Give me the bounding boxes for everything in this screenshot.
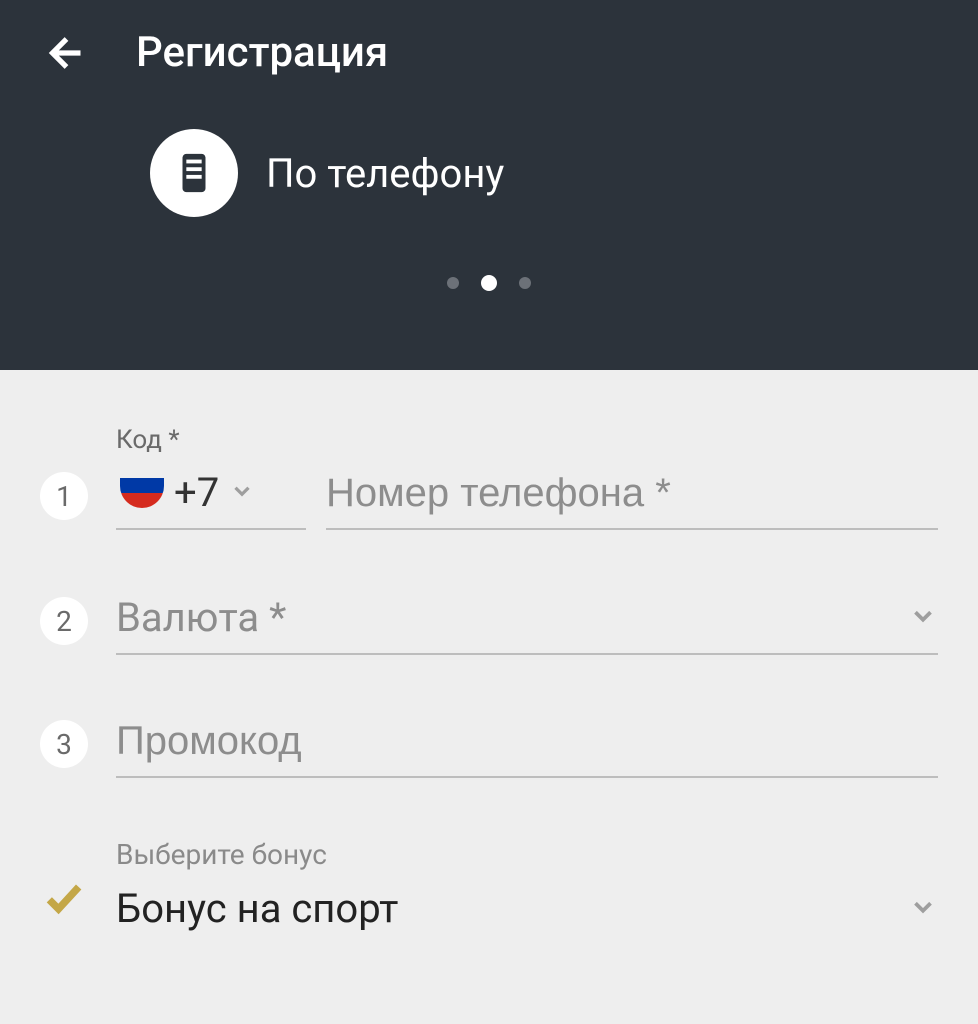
method-label: По телефону [266, 150, 504, 197]
country-code-select[interactable]: +7 [116, 465, 306, 530]
currency-placeholder: Валюта * [116, 594, 286, 641]
step-check-icon [40, 874, 88, 922]
step-badge-2: 2 [40, 597, 88, 645]
phone-field-group: Код * +7 [116, 425, 938, 530]
country-code-field: Код * +7 [116, 425, 306, 530]
bonus-row: Выберите бонус Бонус на спорт [40, 838, 938, 932]
title-row: Регистрация [0, 0, 978, 77]
step-3-row: 3 [40, 715, 938, 778]
bonus-select[interactable]: Бонус на спорт [116, 885, 938, 932]
step-2-row: 2 Валюта * [40, 590, 938, 655]
bonus-field: Выберите бонус Бонус на спорт [116, 838, 938, 932]
chevron-down-icon [908, 892, 938, 926]
registration-method[interactable]: По телефону [0, 77, 978, 217]
currency-select[interactable]: Валюта * [116, 590, 938, 655]
bonus-value: Бонус на спорт [116, 885, 398, 932]
phone-number-input[interactable] [326, 467, 938, 530]
bonus-label: Выберите бонус [116, 838, 938, 871]
pager-dot-active[interactable] [481, 275, 497, 291]
step-badge-1: 1 [40, 472, 88, 520]
flag-russia-icon [120, 478, 164, 508]
pager-dot[interactable] [519, 277, 531, 289]
country-code-value: +7 [174, 469, 219, 516]
header: Регистрация По телефону [0, 0, 978, 370]
pager-dots[interactable] [0, 277, 978, 291]
step-1-row: 1 Код * +7 [40, 425, 938, 530]
step-badge-3: 3 [40, 720, 88, 768]
code-label: Код * [116, 425, 306, 455]
chevron-down-icon [908, 601, 938, 635]
arrow-left-icon [42, 32, 84, 74]
page-title: Регистрация [136, 28, 388, 77]
pager-dot[interactable] [447, 277, 459, 289]
back-button[interactable] [40, 30, 86, 76]
chevron-down-icon [229, 478, 255, 508]
promo-code-input[interactable] [116, 715, 938, 778]
registration-form: 1 Код * +7 2 Валюта * 3 [0, 370, 978, 932]
phone-method-icon [150, 129, 238, 217]
